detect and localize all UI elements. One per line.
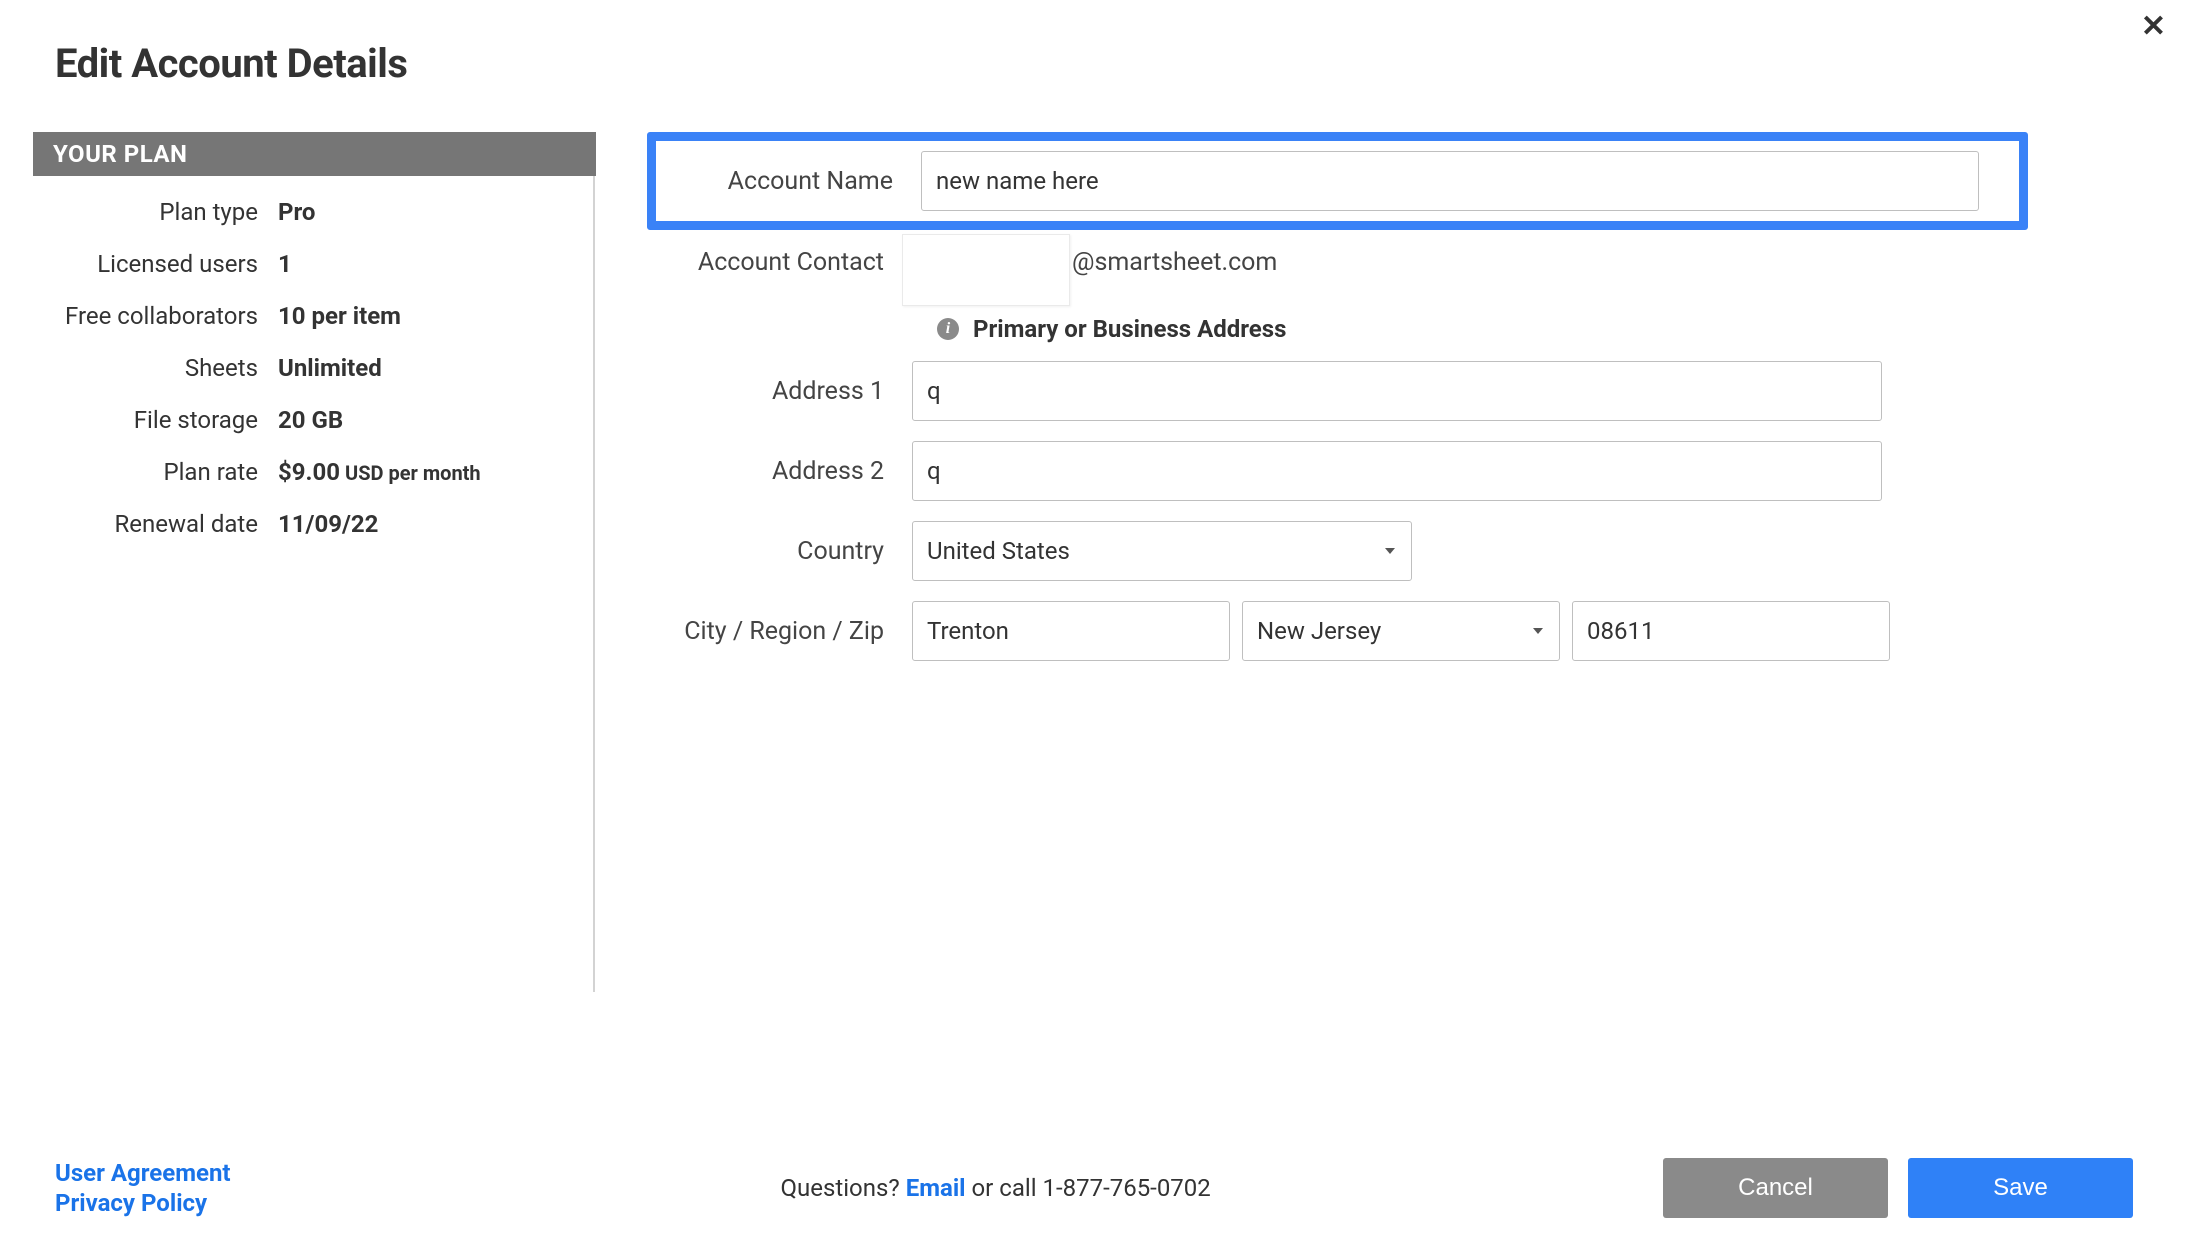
country-row: Country United States xyxy=(667,521,1988,581)
address1-row: Address 1 xyxy=(667,361,1988,421)
country-select[interactable]: United States xyxy=(912,521,1412,581)
account-contact-email-suffix: @smartsheet.com xyxy=(1072,248,1277,277)
main-layout: YOUR PLAN Plan type Pro Licensed users 1… xyxy=(0,132,2188,992)
address-heading: Primary or Business Address xyxy=(973,315,1286,343)
footer-buttons: Cancel Save xyxy=(1663,1158,2133,1218)
form-area: Account Name Account Contact @smartsheet… xyxy=(595,132,2188,992)
questions-prefix: Questions? xyxy=(781,1174,906,1202)
address-heading-row: i Primary or Business Address xyxy=(937,315,1988,343)
region-selected-value: New Jersey xyxy=(1257,617,1381,645)
account-name-highlight: Account Name xyxy=(647,132,2028,230)
plan-row-renewal-date: Renewal date 11/09/22 xyxy=(33,510,593,538)
plan-rate-value: $9.00 USD per month xyxy=(278,458,481,486)
footer-questions: Questions? Email or call 1-877-765-0702 xyxy=(231,1174,1663,1202)
close-icon[interactable]: ✕ xyxy=(2141,12,2166,42)
renewal-date-value: 11/09/22 xyxy=(278,510,378,538)
file-storage-value: 20 GB xyxy=(278,406,343,434)
account-contact-row: Account Contact @smartsheet.com xyxy=(667,248,1988,277)
free-collab-value: 10 per item xyxy=(278,302,401,330)
sheets-value: Unlimited xyxy=(278,354,382,382)
privacy-policy-link[interactable]: Privacy Policy xyxy=(55,1189,231,1217)
plan-rate-label: Plan rate xyxy=(33,458,278,486)
info-icon[interactable]: i xyxy=(937,318,959,340)
contact-redaction-box xyxy=(902,234,1070,306)
plan-type-value: Pro xyxy=(278,198,315,226)
file-storage-label: File storage xyxy=(33,406,278,434)
account-name-label: Account Name xyxy=(666,167,921,196)
address2-input[interactable] xyxy=(912,441,1882,501)
questions-suffix: or call 1-877-765-0702 xyxy=(966,1174,1211,1202)
address1-input[interactable] xyxy=(912,361,1882,421)
address1-label: Address 1 xyxy=(667,377,912,406)
zip-input[interactable] xyxy=(1572,601,1890,661)
account-name-input[interactable] xyxy=(921,151,1979,211)
email-link[interactable]: Email xyxy=(906,1174,966,1202)
account-contact-value: @smartsheet.com xyxy=(912,248,1988,277)
sheets-label: Sheets xyxy=(33,354,278,382)
address2-label: Address 2 xyxy=(667,457,912,486)
address2-row: Address 2 xyxy=(667,441,1988,501)
footer: User Agreement Privacy Policy Questions?… xyxy=(0,1158,2188,1218)
caret-down-icon xyxy=(1385,548,1395,554)
save-button[interactable]: Save xyxy=(1908,1158,2133,1218)
plan-row-plan-rate: Plan rate $9.00 USD per month xyxy=(33,458,593,486)
page-title: Edit Account Details xyxy=(0,0,2188,87)
city-region-zip-row: City / Region / Zip New Jersey xyxy=(667,601,1988,661)
account-contact-label: Account Contact xyxy=(667,248,912,277)
plan-sidebar: YOUR PLAN Plan type Pro Licensed users 1… xyxy=(0,132,595,992)
plan-rate-price: $9.00 xyxy=(278,458,340,486)
city-input[interactable] xyxy=(912,601,1230,661)
plan-rate-suffix: USD per month xyxy=(340,461,481,485)
plan-header: YOUR PLAN xyxy=(33,132,596,176)
plan-row-licensed-users: Licensed users 1 xyxy=(33,250,593,278)
user-agreement-link[interactable]: User Agreement xyxy=(55,1159,231,1187)
footer-links: User Agreement Privacy Policy xyxy=(55,1159,231,1217)
region-select[interactable]: New Jersey xyxy=(1242,601,1560,661)
licensed-users-value: 1 xyxy=(278,250,292,278)
country-label: Country xyxy=(667,537,912,566)
cancel-button[interactable]: Cancel xyxy=(1663,1158,1888,1218)
caret-down-icon xyxy=(1533,628,1543,634)
country-selected-value: United States xyxy=(927,537,1070,565)
city-region-zip-label: City / Region / Zip xyxy=(667,617,912,646)
free-collab-label: Free collaborators xyxy=(33,302,278,330)
plan-row-free-collaborators: Free collaborators 10 per item xyxy=(33,302,593,330)
plan-row-file-storage: File storage 20 GB xyxy=(33,406,593,434)
plan-row-type: Plan type Pro xyxy=(33,198,593,226)
plan-row-sheets: Sheets Unlimited xyxy=(33,354,593,382)
plan-type-label: Plan type xyxy=(33,198,278,226)
renewal-date-label: Renewal date xyxy=(33,510,278,538)
licensed-users-label: Licensed users xyxy=(33,250,278,278)
